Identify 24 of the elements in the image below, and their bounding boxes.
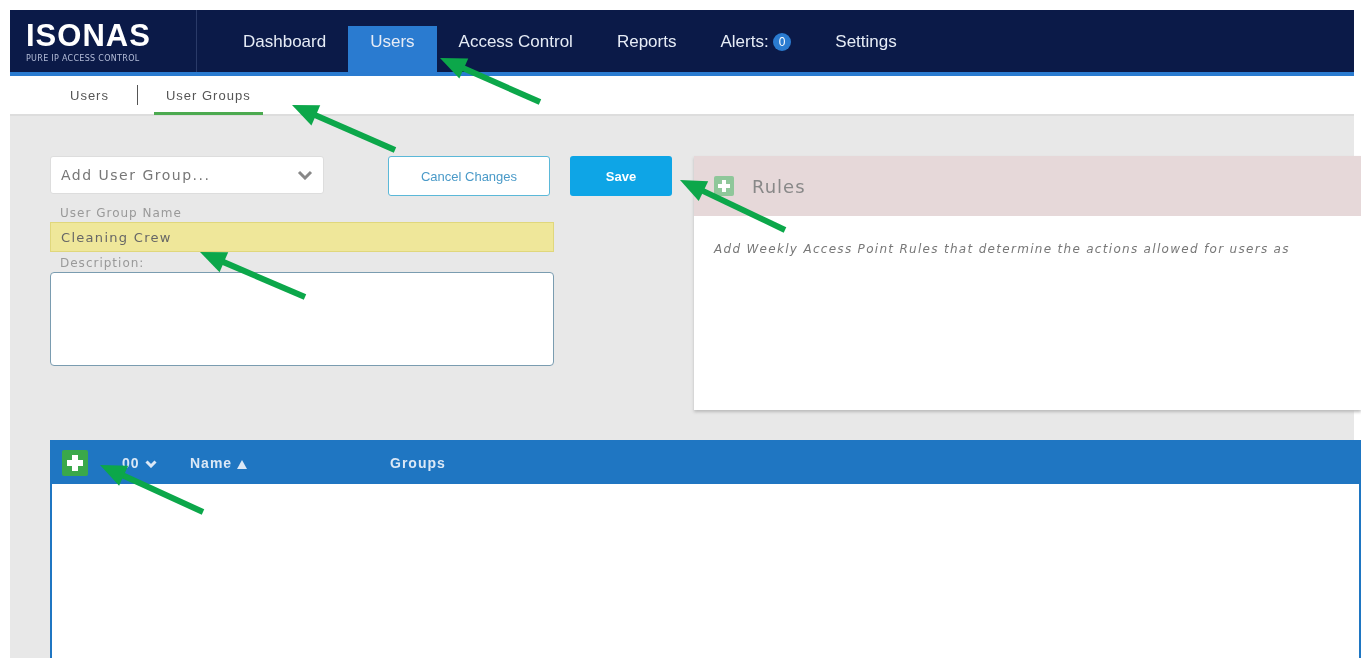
save-button[interactable]: Save — [570, 156, 672, 196]
nav-tab[interactable]: Access Control — [436, 26, 595, 72]
column-header[interactable]: Name — [190, 455, 390, 471]
field-label: Description: — [60, 256, 146, 270]
alert-count-badge: 0 — [772, 33, 792, 51]
subnav-tab[interactable]: Users — [58, 75, 121, 115]
chevron-down-icon — [297, 170, 313, 180]
rules-title: Rules — [752, 175, 806, 197]
nav-tab[interactable]: Settings — [813, 26, 919, 72]
nav-tab[interactable]: Users — [348, 26, 437, 72]
column-header[interactable]: Groups — [390, 455, 446, 471]
logo-text: ISONAS — [26, 19, 152, 51]
field-label: User Group Name — [60, 206, 183, 220]
rules-description: Add Weekly Access Point Rules that determine the actions allowed for users as — [714, 242, 1291, 256]
group-name-field[interactable]: Cleaning Crew — [50, 222, 554, 252]
nav-tab[interactable]: Dashboard — [221, 26, 349, 72]
cancel-changes-button[interactable]: Cancel Changes — [388, 156, 550, 196]
nav-tab[interactable]: Reports — [594, 26, 699, 72]
add-icon[interactable] — [62, 450, 88, 476]
nav-tab[interactable]: Alerts: 0 — [698, 26, 814, 72]
group-select[interactable]: Add User Group... — [50, 156, 324, 194]
logo-tagline: PURE IP ACCESS CONTROL — [26, 53, 141, 63]
description-field[interactable] — [50, 272, 554, 366]
add-icon[interactable] — [714, 176, 734, 196]
